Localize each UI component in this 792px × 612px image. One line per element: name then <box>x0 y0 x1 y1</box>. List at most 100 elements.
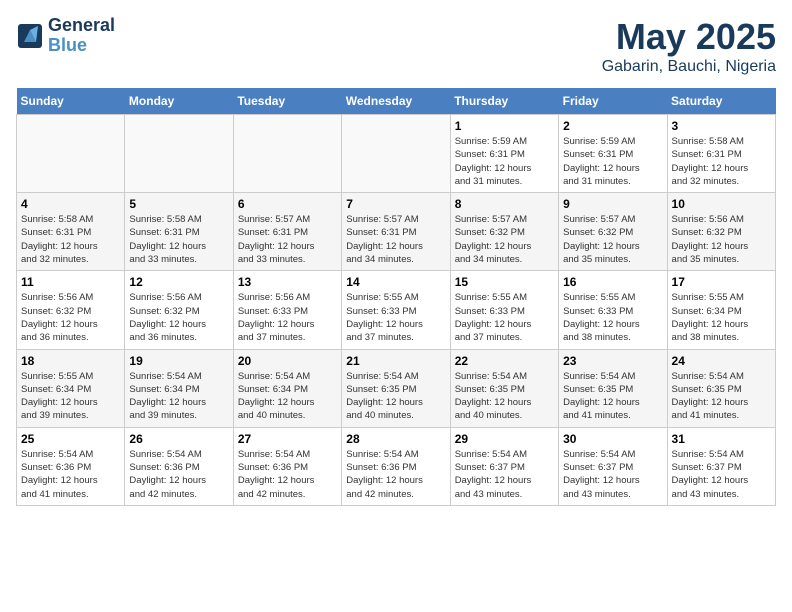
calendar-cell: 23 Sunrise: 5:54 AM Sunset: 6:35 PM Dayli… <box>559 349 667 427</box>
day-number: 2 <box>563 119 662 133</box>
calendar-cell: 7 Sunrise: 5:57 AM Sunset: 6:31 PM Daylig… <box>342 193 450 271</box>
calendar-cell: 9 Sunrise: 5:57 AM Sunset: 6:32 PM Daylig… <box>559 193 667 271</box>
day-info: Sunrise: 5:57 AM Sunset: 6:31 PM Dayligh… <box>346 213 445 266</box>
calendar-cell: 2Sunrise: 5:59 AM Sunset: 6:31 PM Daylig… <box>559 115 667 193</box>
calendar-cell: 10 Sunrise: 5:56 AM Sunset: 6:32 PM Dayli… <box>667 193 775 271</box>
calendar-cell: 20Sunrise: 5:54 AM Sunset: 6:34 PM Dayli… <box>233 349 341 427</box>
day-info: Sunrise: 5:54 AM Sunset: 6:36 PM Dayligh… <box>346 448 445 501</box>
day-info: Sunrise: 5:54 AM Sunset: 6:37 PM Dayligh… <box>563 448 662 501</box>
calendar-cell: 29 Sunrise: 5:54 AM Sunset: 6:37 PM Dayli… <box>450 427 558 505</box>
calendar-week-row: 11Sunrise: 5:56 AM Sunset: 6:32 PM Dayli… <box>17 271 776 349</box>
day-info: Sunrise: 5:54 AM Sunset: 6:36 PM Dayligh… <box>129 448 228 501</box>
day-info: Sunrise: 5:54 AM Sunset: 6:37 PM Dayligh… <box>672 448 771 501</box>
logo-line1: General <box>48 16 115 36</box>
title-section: May 2025 Gabarin, Bauchi, Nigeria <box>602 16 776 76</box>
day-number: 29 <box>455 432 554 446</box>
day-number: 18 <box>21 354 120 368</box>
calendar-week-row: 25Sunrise: 5:54 AM Sunset: 6:36 PM Dayli… <box>17 427 776 505</box>
calendar-week-row: 1Sunrise: 5:59 AM Sunset: 6:31 PM Daylig… <box>17 115 776 193</box>
weekday-header-tuesday: Tuesday <box>233 88 341 115</box>
calendar-cell: 8 Sunrise: 5:57 AM Sunset: 6:32 PM Daylig… <box>450 193 558 271</box>
calendar-cell: 11Sunrise: 5:56 AM Sunset: 6:32 PM Dayli… <box>17 271 125 349</box>
day-number: 31 <box>672 432 771 446</box>
day-number: 14 <box>346 275 445 289</box>
calendar-cell: 1Sunrise: 5:59 AM Sunset: 6:31 PM Daylig… <box>450 115 558 193</box>
day-number: 22 <box>455 354 554 368</box>
day-info: Sunrise: 5:54 AM Sunset: 6:35 PM Dayligh… <box>672 370 771 423</box>
day-info: Sunrise: 5:58 AM Sunset: 6:31 PM Dayligh… <box>672 135 771 188</box>
calendar-cell: 5Sunrise: 5:58 AM Sunset: 6:31 PM Daylig… <box>125 193 233 271</box>
calendar-week-row: 4 Sunrise: 5:58 AM Sunset: 6:31 PM Daylig… <box>17 193 776 271</box>
calendar-cell: 27 Sunrise: 5:54 AM Sunset: 6:36 PM Dayli… <box>233 427 341 505</box>
calendar-cell: 19 Sunrise: 5:54 AM Sunset: 6:34 PM Dayli… <box>125 349 233 427</box>
day-number: 16 <box>563 275 662 289</box>
day-number: 23 <box>563 354 662 368</box>
weekday-header-friday: Friday <box>559 88 667 115</box>
day-info: Sunrise: 5:57 AM Sunset: 6:31 PM Dayligh… <box>238 213 337 266</box>
day-number: 7 <box>346 197 445 211</box>
day-number: 9 <box>563 197 662 211</box>
day-info: Sunrise: 5:56 AM Sunset: 6:32 PM Dayligh… <box>129 291 228 344</box>
day-info: Sunrise: 5:58 AM Sunset: 6:31 PM Dayligh… <box>129 213 228 266</box>
day-info: Sunrise: 5:57 AM Sunset: 6:32 PM Dayligh… <box>455 213 554 266</box>
day-number: 8 <box>455 197 554 211</box>
day-number: 27 <box>238 432 337 446</box>
calendar-cell: 4Sunrise: 5:58 AM Sunset: 6:31 PM Daylig… <box>17 193 125 271</box>
day-number: 19 <box>129 354 228 368</box>
day-info: Sunrise: 5:54 AM Sunset: 6:36 PM Dayligh… <box>21 448 120 501</box>
weekday-header-wednesday: Wednesday <box>342 88 450 115</box>
day-number: 12 <box>129 275 228 289</box>
calendar-cell <box>233 115 341 193</box>
logo-text: General Blue <box>48 16 115 56</box>
calendar-cell <box>342 115 450 193</box>
day-info: Sunrise: 5:54 AM Sunset: 6:36 PM Dayligh… <box>238 448 337 501</box>
day-number: 28 <box>346 432 445 446</box>
calendar-cell: 3 Sunrise: 5:58 AM Sunset: 6:31 PM Daylig… <box>667 115 775 193</box>
page-header: General Blue May 2025 Gabarin, Bauchi, N… <box>16 16 776 76</box>
day-info: Sunrise: 5:56 AM Sunset: 6:33 PM Dayligh… <box>238 291 337 344</box>
day-info: Sunrise: 5:54 AM Sunset: 6:37 PM Dayligh… <box>455 448 554 501</box>
day-info: Sunrise: 5:54 AM Sunset: 6:34 PM Dayligh… <box>129 370 228 423</box>
calendar-cell: 16Sunrise: 5:55 AM Sunset: 6:33 PM Dayli… <box>559 271 667 349</box>
day-number: 24 <box>672 354 771 368</box>
calendar-cell: 25Sunrise: 5:54 AM Sunset: 6:36 PM Dayli… <box>17 427 125 505</box>
weekday-header-saturday: Saturday <box>667 88 775 115</box>
calendar-cell <box>17 115 125 193</box>
day-number: 26 <box>129 432 228 446</box>
day-info: Sunrise: 5:54 AM Sunset: 6:35 PM Dayligh… <box>346 370 445 423</box>
day-info: Sunrise: 5:55 AM Sunset: 6:33 PM Dayligh… <box>346 291 445 344</box>
calendar-cell: 24 Sunrise: 5:54 AM Sunset: 6:35 PM Dayli… <box>667 349 775 427</box>
weekday-header-thursday: Thursday <box>450 88 558 115</box>
day-number: 4 <box>21 197 120 211</box>
day-info: Sunrise: 5:54 AM Sunset: 6:34 PM Dayligh… <box>238 370 337 423</box>
calendar-cell: 18Sunrise: 5:55 AM Sunset: 6:34 PM Dayli… <box>17 349 125 427</box>
day-info: Sunrise: 5:54 AM Sunset: 6:35 PM Dayligh… <box>563 370 662 423</box>
calendar-cell: 15 Sunrise: 5:55 AM Sunset: 6:33 PM Dayli… <box>450 271 558 349</box>
day-number: 6 <box>238 197 337 211</box>
day-number: 3 <box>672 119 771 133</box>
calendar-cell: 21Sunrise: 5:54 AM Sunset: 6:35 PM Dayli… <box>342 349 450 427</box>
day-number: 15 <box>455 275 554 289</box>
weekday-header-monday: Monday <box>125 88 233 115</box>
logo-line2: Blue <box>48 36 115 56</box>
calendar-table: SundayMondayTuesdayWednesdayThursdayFrid… <box>16 88 776 506</box>
day-number: 30 <box>563 432 662 446</box>
calendar-cell: 14 Sunrise: 5:55 AM Sunset: 6:33 PM Dayli… <box>342 271 450 349</box>
day-info: Sunrise: 5:55 AM Sunset: 6:34 PM Dayligh… <box>672 291 771 344</box>
weekday-header-row: SundayMondayTuesdayWednesdayThursdayFrid… <box>17 88 776 115</box>
day-info: Sunrise: 5:54 AM Sunset: 6:35 PM Dayligh… <box>455 370 554 423</box>
calendar-cell: 6 Sunrise: 5:57 AM Sunset: 6:31 PM Daylig… <box>233 193 341 271</box>
day-info: Sunrise: 5:55 AM Sunset: 6:33 PM Dayligh… <box>455 291 554 344</box>
calendar-cell: 26 Sunrise: 5:54 AM Sunset: 6:36 PM Dayli… <box>125 427 233 505</box>
day-info: Sunrise: 5:56 AM Sunset: 6:32 PM Dayligh… <box>672 213 771 266</box>
logo: General Blue <box>16 16 115 56</box>
calendar-cell: 31 Sunrise: 5:54 AM Sunset: 6:37 PM Dayli… <box>667 427 775 505</box>
day-info: Sunrise: 5:56 AM Sunset: 6:32 PM Dayligh… <box>21 291 120 344</box>
day-info: Sunrise: 5:57 AM Sunset: 6:32 PM Dayligh… <box>563 213 662 266</box>
month-title: May 2025 <box>602 16 776 58</box>
calendar-cell: 22 Sunrise: 5:54 AM Sunset: 6:35 PM Dayli… <box>450 349 558 427</box>
calendar-cell <box>125 115 233 193</box>
calendar-week-row: 18Sunrise: 5:55 AM Sunset: 6:34 PM Dayli… <box>17 349 776 427</box>
day-number: 10 <box>672 197 771 211</box>
calendar-cell: 17Sunrise: 5:55 AM Sunset: 6:34 PM Dayli… <box>667 271 775 349</box>
